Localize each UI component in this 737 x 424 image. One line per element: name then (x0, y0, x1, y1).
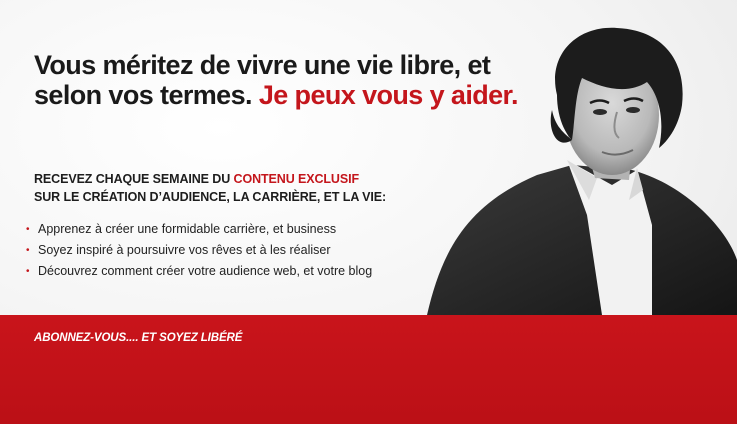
newsletter-intro: RECEVEZ CHAQUE SEMAINE DU CONTENU EXCLUS… (34, 170, 454, 206)
list-item: • Apprenez à créer une formidable carriè… (26, 219, 372, 240)
headline-accent-text: Je peux vous y aider. (258, 80, 519, 110)
list-item: • Soyez inspiré à poursuivre vos rêves e… (26, 240, 372, 261)
benefit-text: Découvrez comment créer votre audience w… (38, 264, 373, 278)
list-item: • Découvrez comment créer votre audience… (26, 261, 372, 282)
benefit-text: Soyez inspiré à poursuivre vos rêves et … (38, 243, 331, 257)
bullet-icon: • (26, 266, 30, 277)
hero-headline: Vous méritez de vivre une vie libre, et … (34, 50, 554, 110)
bullet-icon: • (26, 245, 30, 256)
intro-line1-accent: CONTENU EXCLUSIF (233, 172, 360, 186)
benefit-text: Apprenez à créer une formidable carrière… (38, 222, 337, 236)
subscribe-band: ABONNEZ-VOUS.... ET SOYEZ LIBÉRÉ (0, 315, 737, 424)
bullet-icon: • (26, 224, 30, 235)
subscribe-link[interactable]: ABONNEZ-VOUS.... ET SOYEZ LIBÉRÉ (34, 332, 242, 344)
author-portrait-photo (427, 27, 737, 315)
intro-line2: SUR LE CRÉATION D’AUDIENCE, LA CARRIÈRE,… (34, 190, 387, 204)
benefits-list: • Apprenez à créer une formidable carriè… (26, 219, 372, 282)
landing-page: Vous méritez de vivre une vie libre, et … (0, 0, 737, 424)
intro-line1-prefix: RECEVEZ CHAQUE SEMAINE DU (34, 172, 231, 186)
